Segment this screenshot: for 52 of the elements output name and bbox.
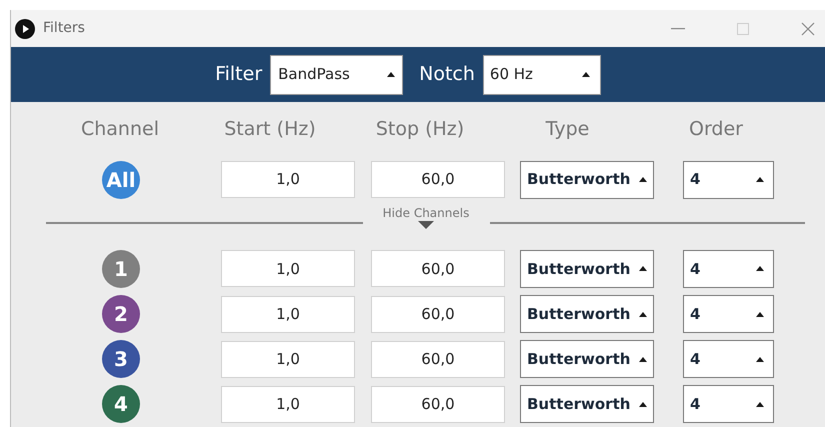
order-dropdown[interactable]: 4: [683, 295, 774, 334]
filter-dropdown[interactable]: BandPass: [270, 54, 404, 94]
column-header: Start (Hz): [223, 117, 317, 142]
caret-icon: [639, 402, 647, 407]
triangle-icon: [418, 221, 434, 230]
type-dropdown[interactable]: Butterworth: [520, 250, 654, 288]
stop-field[interactable]: 60,0: [371, 161, 505, 198]
start-field[interactable]: 1,0: [221, 250, 355, 288]
caret-icon: [756, 402, 764, 407]
channel-badge: 2: [102, 295, 140, 334]
stop-field[interactable]: 60,0: [371, 340, 505, 378]
caret-icon: [756, 266, 764, 272]
column-header: Order: [688, 117, 744, 142]
caret-icon: [756, 356, 764, 362]
caret-icon: [387, 72, 396, 77]
notch-dropdown[interactable]: 60 Hz: [482, 54, 601, 94]
column-header: Type: [544, 117, 590, 142]
order-dropdown[interactable]: 4: [683, 385, 774, 424]
notch-label: Notch: [419, 62, 475, 88]
start-field[interactable]: 1,0: [221, 340, 355, 378]
order-dropdown[interactable]: 4: [683, 160, 774, 199]
column-header: Stop (Hz): [374, 117, 466, 142]
caret-icon: [639, 312, 647, 317]
order-dropdown[interactable]: 4: [683, 340, 774, 378]
caret-icon: [639, 356, 647, 362]
hide-channels-toggle[interactable]: Hide Channels: [361, 205, 491, 230]
caret-icon: [582, 72, 590, 77]
channel-badge: 3: [102, 340, 140, 378]
caret-icon: [639, 177, 647, 182]
close-icon[interactable]: [801, 22, 815, 36]
type-dropdown[interactable]: Butterworth: [520, 385, 654, 424]
start-field[interactable]: 1,0: [221, 161, 355, 198]
channel-badge: 4: [102, 385, 140, 424]
stop-field[interactable]: 60,0: [371, 296, 505, 333]
stop-field[interactable]: 60,0: [371, 386, 505, 423]
column-header: Channel: [80, 117, 160, 142]
type-dropdown[interactable]: Butterworth: [520, 340, 654, 378]
play-icon: [15, 18, 35, 38]
stop-field[interactable]: 60,0: [371, 250, 505, 288]
type-dropdown[interactable]: Butterworth: [520, 160, 654, 199]
type-dropdown[interactable]: Butterworth: [520, 295, 654, 334]
minimize-icon[interactable]: [671, 28, 685, 30]
caret-icon: [756, 312, 764, 317]
channel-badge: All: [102, 160, 140, 199]
order-dropdown[interactable]: 4: [683, 250, 774, 288]
caret-icon: [639, 266, 647, 272]
window-title: Filters: [43, 19, 85, 38]
caret-icon: [756, 177, 764, 182]
start-field[interactable]: 1,0: [221, 386, 355, 423]
start-field[interactable]: 1,0: [221, 296, 355, 333]
filter-label: Filter: [215, 62, 262, 88]
channel-badge: 1: [102, 250, 140, 288]
